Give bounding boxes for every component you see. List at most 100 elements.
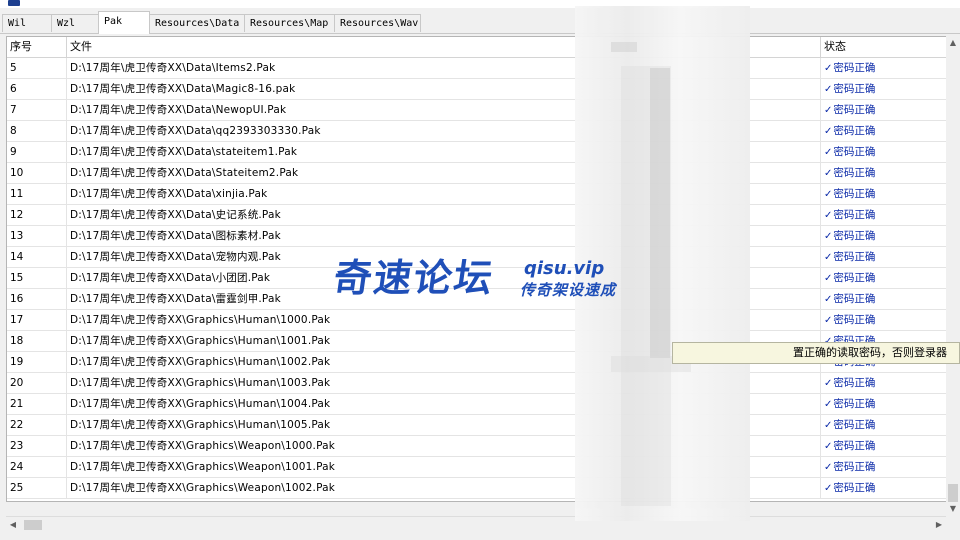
table-row[interactable]: 22 D:\17周年\虎卫传奇XX\Graphics\Human\1005.Pak… (7, 415, 947, 436)
row-status: ✓密码正确 (821, 121, 947, 141)
vertical-scrollbar[interactable]: ▲ ▼ (946, 36, 960, 516)
check-icon: ✓ (824, 399, 833, 410)
watermark-subtitle: 传奇架设速成 (520, 281, 617, 299)
table-row[interactable]: 5 D:\17周年\虎卫传奇XX\Data\Items2.Pak ✓密码正确 (7, 58, 947, 79)
table-row[interactable]: 10 D:\17周年\虎卫传奇XX\Data\Stateitem2.Pak ✓密码正… (7, 163, 947, 184)
row-status: ✓密码正确 (821, 226, 947, 246)
status-text: 密码正确 (833, 83, 876, 95)
status-text: 密码正确 (833, 62, 876, 74)
tooltip: 置正确的读取密码，否则登录器 (672, 342, 960, 364)
check-icon: ✓ (824, 378, 833, 389)
table-row[interactable]: 8 D:\17周年\虎卫传奇XX\Data\qq2393303330.Pak ✓密码… (7, 121, 947, 142)
tab-resources-data[interactable]: Resources\Data (149, 14, 245, 32)
table-row[interactable]: 23 D:\17周年\虎卫传奇XX\Graphics\Weapon\1000.Pa… (7, 436, 947, 457)
row-status: ✓密码正确 (821, 79, 947, 99)
check-icon: ✓ (824, 168, 833, 179)
title-bar (0, 0, 960, 8)
tab-strip: Wil Wzl Pak Resources\Data Resources\Map… (0, 11, 960, 34)
row-index: 17 (7, 310, 67, 330)
check-icon: ✓ (824, 126, 833, 137)
table-row[interactable]: 25 D:\17周年\虎卫传奇XX\Graphics\Weapon\1002.Pa… (7, 478, 947, 499)
tab-resources-map[interactable]: Resources\Map (244, 14, 335, 32)
tab-pak[interactable]: Pak (98, 11, 150, 34)
check-icon: ✓ (824, 252, 833, 263)
table-row[interactable]: 11 D:\17周年\虎卫传奇XX\Data\xinjia.Pak ✓密码正确 (7, 184, 947, 205)
scroll-down-arrow-icon[interactable]: ▼ (946, 502, 960, 516)
watermark-logo: 奇速论坛 qisu.vip 传奇架设速成 (330, 256, 634, 306)
row-index: 22 (7, 415, 67, 435)
table-row[interactable]: 17 D:\17周年\虎卫传奇XX\Graphics\Human\1000.Pak… (7, 310, 947, 331)
app-icon (8, 0, 20, 6)
status-text: 密码正确 (833, 209, 876, 221)
row-index: 16 (7, 289, 67, 309)
check-icon: ✓ (824, 462, 833, 473)
check-icon: ✓ (824, 105, 833, 116)
row-index: 19 (7, 352, 67, 372)
check-icon: ✓ (824, 483, 833, 494)
row-index: 9 (7, 142, 67, 162)
check-icon: ✓ (824, 315, 833, 326)
check-icon: ✓ (824, 63, 833, 74)
column-header-status[interactable]: 状态 (821, 37, 947, 57)
row-status: ✓密码正确 (821, 310, 947, 330)
row-index: 5 (7, 58, 67, 78)
horizontal-scrollbar[interactable]: ◀ ▶ (6, 516, 946, 533)
row-index: 13 (7, 226, 67, 246)
check-icon: ✓ (824, 210, 833, 221)
check-icon: ✓ (824, 420, 833, 431)
row-index: 15 (7, 268, 67, 288)
status-text: 密码正确 (833, 146, 876, 158)
row-index: 25 (7, 478, 67, 498)
table-row[interactable]: 7 D:\17周年\虎卫传奇XX\Data\NewopUI.Pak ✓密码正确 (7, 100, 947, 121)
table-row[interactable]: 20 D:\17周年\虎卫传奇XX\Graphics\Human\1003.Pak… (7, 373, 947, 394)
row-status: ✓密码正确 (821, 394, 947, 414)
tab-resources-wav[interactable]: Resources\Wav (334, 14, 421, 32)
row-index: 10 (7, 163, 67, 183)
row-status: ✓密码正确 (821, 436, 947, 456)
row-status: ✓密码正确 (821, 184, 947, 204)
table-row[interactable]: 21 D:\17周年\虎卫传奇XX\Graphics\Human\1004.Pak… (7, 394, 947, 415)
row-status: ✓密码正确 (821, 289, 947, 309)
status-text: 密码正确 (833, 314, 876, 326)
check-icon: ✓ (824, 189, 833, 200)
row-status: ✓密码正确 (821, 100, 947, 120)
check-icon: ✓ (824, 147, 833, 158)
status-text: 密码正确 (833, 251, 876, 263)
status-text: 密码正确 (833, 125, 876, 137)
scroll-left-arrow-icon[interactable]: ◀ (6, 517, 20, 533)
row-status: ✓密码正确 (821, 478, 947, 498)
table-row[interactable]: 13 D:\17周年\虎卫传奇XX\Data\图标素材.Pak ✓密码正确 (7, 226, 947, 247)
table-row[interactable]: 9 D:\17周年\虎卫传奇XX\Data\stateitem1.Pak ✓密码正确 (7, 142, 947, 163)
row-index: 7 (7, 100, 67, 120)
check-icon: ✓ (824, 231, 833, 242)
tab-wzl[interactable]: Wzl (51, 14, 99, 32)
status-text: 密码正确 (833, 419, 876, 431)
status-text: 密码正确 (833, 188, 876, 200)
status-text: 密码正确 (833, 440, 876, 452)
row-index: 14 (7, 247, 67, 267)
check-icon: ✓ (824, 84, 833, 95)
tab-wil[interactable]: Wil (2, 14, 52, 32)
row-status: ✓密码正确 (821, 457, 947, 477)
column-header-index[interactable]: 序号 (7, 37, 67, 57)
table-row[interactable]: 6 D:\17周年\虎卫传奇XX\Data\Magic8-16.pak ✓密码正确 (7, 79, 947, 100)
row-index: 18 (7, 331, 67, 351)
scroll-up-arrow-icon[interactable]: ▲ (946, 36, 960, 50)
status-text: 密码正确 (833, 230, 876, 242)
row-status: ✓密码正确 (821, 58, 947, 78)
vertical-scroll-thumb[interactable] (948, 484, 958, 502)
scroll-right-arrow-icon[interactable]: ▶ (932, 517, 946, 533)
row-status: ✓密码正确 (821, 415, 947, 435)
row-index: 20 (7, 373, 67, 393)
check-icon: ✓ (824, 441, 833, 452)
row-status: ✓密码正确 (821, 163, 947, 183)
table-row[interactable]: 24 D:\17周年\虎卫传奇XX\Graphics\Weapon\1001.Pa… (7, 457, 947, 478)
status-text: 密码正确 (833, 272, 876, 284)
row-status: ✓密码正确 (821, 142, 947, 162)
status-text: 密码正确 (833, 482, 876, 494)
row-index: 21 (7, 394, 67, 414)
table-row[interactable]: 12 D:\17周年\虎卫传奇XX\Data\史记系统.Pak ✓密码正确 (7, 205, 947, 226)
watermark-name: 奇速论坛 (330, 256, 498, 300)
table-header: 序号 文件 状态 (7, 37, 947, 58)
horizontal-scroll-thumb[interactable] (24, 520, 42, 530)
